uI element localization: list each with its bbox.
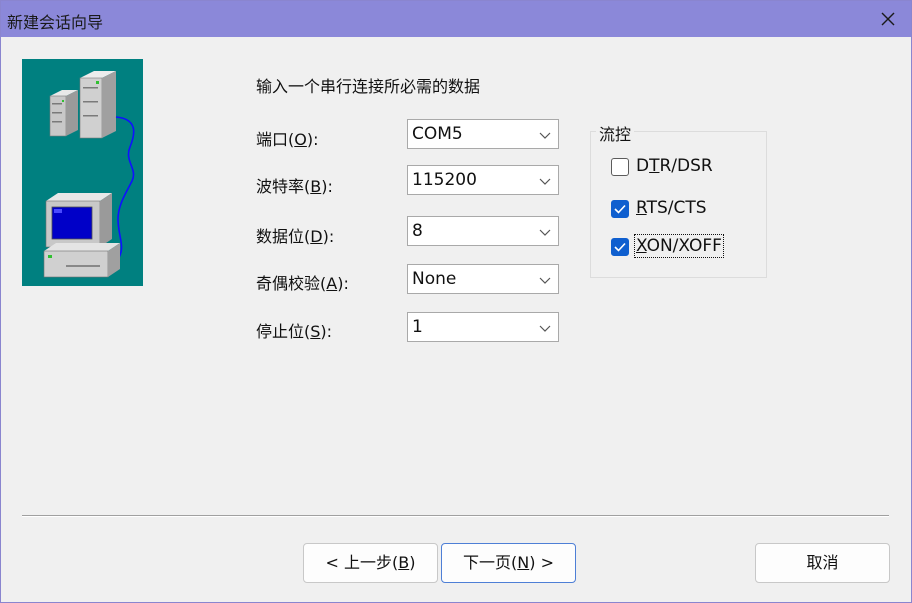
title-bar[interactable]: 新建会话向导: [1, 1, 911, 37]
back-button[interactable]: < 上一步(B): [303, 543, 438, 583]
stop-bits-select[interactable]: 1: [407, 312, 559, 342]
checkmark-icon: [614, 204, 626, 214]
close-icon: [881, 12, 895, 26]
instruction-text: 输入一个串行连接所必需的数据: [256, 77, 481, 96]
data-bits-value: 8: [412, 221, 423, 241]
button-divider: [22, 515, 889, 517]
baud-rate-label: 波特率(B):: [256, 177, 333, 196]
checkbox-checked[interactable]: [611, 238, 629, 256]
chevron-down-icon: [539, 132, 551, 139]
chevron-down-icon: [539, 325, 551, 332]
serial-connection-illustration: [22, 59, 143, 286]
xon-xoff-label: XON/XOFF: [634, 234, 724, 258]
port-label: 端口(O):: [256, 130, 319, 149]
checkmark-icon: [614, 242, 626, 252]
chevron-down-icon: [539, 277, 551, 284]
baud-rate-select[interactable]: 115200: [407, 165, 559, 195]
data-bits-label: 数据位(D):: [256, 227, 335, 246]
port-select[interactable]: COM5: [407, 119, 559, 149]
data-bits-select[interactable]: 8: [407, 216, 559, 246]
port-value: COM5: [412, 124, 463, 144]
stop-bits-value: 1: [412, 317, 423, 337]
parity-value: None: [412, 269, 457, 289]
dtr-dsr-label: DTR/DSR: [636, 156, 713, 176]
chevron-down-icon: [539, 178, 551, 185]
flow-control-title: 流控: [596, 121, 635, 145]
next-button[interactable]: 下一页(N) >: [441, 543, 576, 583]
chevron-down-icon: [539, 229, 551, 236]
stop-bits-label: 停止位(S):: [256, 322, 333, 341]
computer-icon: [43, 193, 120, 278]
rts-cts-label: RTS/CTS: [636, 198, 707, 218]
checkbox-checked[interactable]: [611, 200, 629, 218]
cancel-button[interactable]: 取消: [755, 543, 890, 583]
parity-label: 奇偶校验(A):: [256, 274, 349, 293]
checkbox-unchecked[interactable]: [611, 158, 629, 176]
close-button[interactable]: [873, 5, 903, 33]
parity-select[interactable]: None: [407, 264, 559, 294]
new-session-wizard-window: 新建会话向导 输入一个串行连接所必需的数据 端口(O): 波特率(B): 数据位…: [0, 0, 912, 603]
baud-rate-value: 115200: [412, 170, 477, 190]
window-title: 新建会话向导: [7, 13, 104, 32]
